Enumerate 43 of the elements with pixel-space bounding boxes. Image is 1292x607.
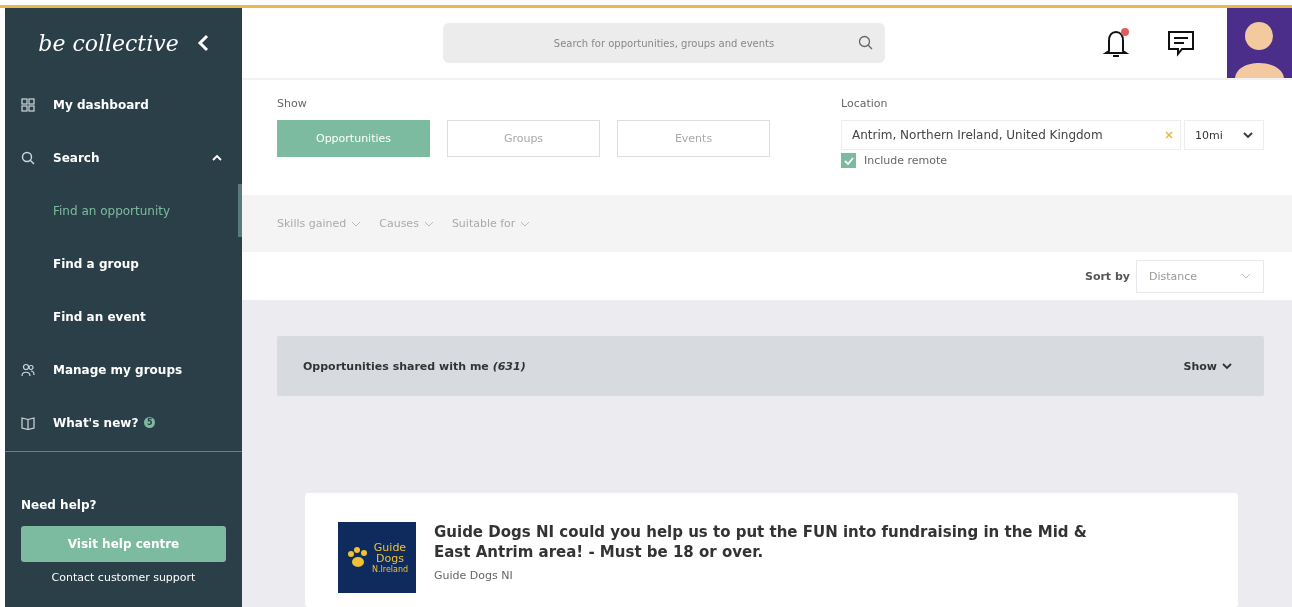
chat-icon[interactable] <box>1167 29 1195 57</box>
count-badge: 5 <box>144 417 156 428</box>
shared-title: Opportunities shared with me (631) <box>303 359 526 373</box>
caret-icon[interactable] <box>212 154 222 161</box>
opportunity-title[interactable]: Guide Dogs NI could you help us to put the FUN into fundraising in the Mid & East Antrim area! - Must be 18 or over. <box>434 522 1114 563</box>
chevron-down-icon <box>423 220 434 227</box>
location-label: Location <box>841 97 889 110</box>
search-icon <box>21 150 35 165</box>
help-heading: Need help? <box>21 498 98 512</box>
people-icon <box>21 362 35 377</box>
nav-item[interactable]: Manage my groups <box>5 343 242 396</box>
chevron-left-icon[interactable] <box>196 34 209 52</box>
chevron-down-icon <box>1243 131 1253 139</box>
nav-item[interactable]: Search <box>5 131 242 184</box>
nav-subitem[interactable]: Find a group <box>5 237 242 290</box>
location-field[interactable]: Antrim, Northern Ireland, United Kingdom <box>841 120 1181 150</box>
result-card[interactable]: Guide Dogs N.Ireland Guide Dogs NI could you help us to put the FUN into fundraising in the Mid & East Antrim area! - Must be 18 or over. Guide Dogs NI <box>305 493 1238 607</box>
search-icon <box>858 35 873 50</box>
include-remote-label: Include remote <box>864 154 948 167</box>
radius-select[interactable]: 10mi <box>1184 120 1264 150</box>
nav-item[interactable]: My dashboard <box>5 78 242 131</box>
chevron-down-icon <box>520 220 531 227</box>
search-field[interactable]: Search for opportunities, groups and events <box>443 23 885 63</box>
avatar-silhouette[interactable] <box>1227 8 1292 78</box>
nav-item[interactable]: What's new? 5 <box>5 396 242 449</box>
bell-icon[interactable] <box>1103 27 1131 59</box>
organisation-name: Guide Dogs NI <box>434 568 514 582</box>
book-icon <box>21 415 35 430</box>
chevron-down-icon <box>1241 273 1251 279</box>
logo[interactable]: be collective <box>38 30 179 56</box>
show-label: Show <box>277 97 308 110</box>
support-link[interactable]: Contact customer support <box>21 571 226 584</box>
logo-text: Guide <box>373 541 407 553</box>
checkbox[interactable] <box>841 153 856 168</box>
logo-text: Dogs <box>376 552 404 564</box>
logo-text: N.Ireland <box>371 565 409 574</box>
chevron-down-icon <box>1222 362 1232 370</box>
nav-subitem[interactable]: Find an event <box>5 290 242 343</box>
show-toggle[interactable]: Show <box>1177 358 1238 374</box>
paw-icon <box>345 546 370 569</box>
chevron-down-icon <box>351 220 362 227</box>
grid-icon <box>21 97 35 112</box>
sort-label: Sort by <box>1084 269 1130 283</box>
